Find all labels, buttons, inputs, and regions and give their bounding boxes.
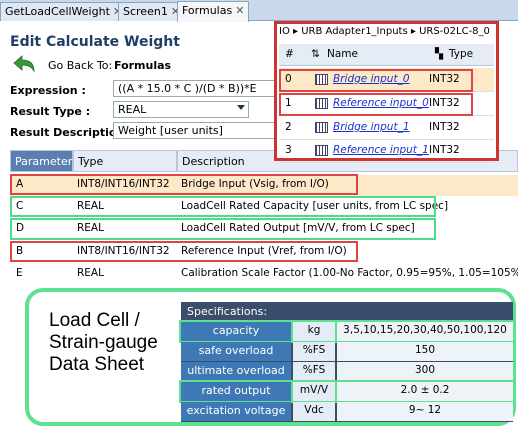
highlight-param-a: [10, 174, 358, 195]
spec-unit: Vdc: [293, 402, 335, 421]
io-num: 3: [285, 144, 292, 156]
datasheet-callout: Load Cell / Strain-gauge Data Sheet Spec…: [25, 288, 516, 426]
io-row[interactable]: 2 Bridge input_1 INT32: [279, 116, 494, 140]
spec-row: safe overload %FS 150: [181, 342, 513, 361]
column-header-num[interactable]: #: [285, 48, 294, 60]
result-type-label: Result Type :: [10, 105, 91, 118]
spec-row: excitation voltage Vdc 9~ 12: [181, 402, 513, 421]
spec-name: ultimate overload: [181, 362, 291, 381]
spec-unit: %FS: [293, 342, 335, 361]
spec-unit: kg: [291, 320, 337, 343]
close-icon[interactable]: ✕: [235, 4, 244, 17]
spec-value: 2.0 ± 0.2: [335, 380, 515, 403]
datasheet-label-line: Data Sheet: [49, 354, 145, 375]
column-header-name[interactable]: Name: [327, 48, 358, 60]
highlight-io-bridge: [279, 69, 473, 92]
breadcrumb-item[interactable]: URB Adapter1_Inputs: [301, 26, 407, 37]
spec-unit: %FS: [293, 362, 335, 381]
result-type-select[interactable]: REAL: [113, 101, 249, 118]
spec-value: 3,5,10,15,20,30,40,50,100,120: [335, 320, 515, 343]
specifications-title: Specifications:: [187, 305, 268, 318]
datasheet-label-line: Strain-gauge: [49, 332, 158, 353]
spec-row: ultimate overload %FS 300: [181, 362, 513, 381]
spec-row: rated output mV/V 2.0 ± 0.2: [179, 380, 515, 403]
io-name-link[interactable]: Reference input_1: [333, 144, 429, 156]
type-column-icon: ▚: [435, 48, 444, 60]
page-title: Edit Calculate Weight: [10, 34, 180, 50]
result-type-value: REAL: [118, 103, 147, 116]
chevron-right-icon: ▸: [293, 26, 302, 37]
tab-label: GetLoadCellWeight: [5, 5, 110, 18]
tab-getloadcellweight[interactable]: GetLoadCellWeight✕: [0, 2, 128, 21]
io-num: 2: [285, 121, 292, 133]
highlight-param-d: [10, 218, 436, 240]
specifications-table: Specifications: capacity kg 3,5,10,15,20…: [179, 302, 515, 422]
expression-input[interactable]: ((A * 15.0 * C )/(D * B))*E: [113, 80, 281, 97]
column-header-type[interactable]: Type: [449, 48, 473, 60]
back-label: Go Back To:: [48, 59, 113, 72]
spec-value: 300: [337, 362, 513, 381]
spec-unit: mV/V: [291, 380, 337, 403]
spec-name: safe overload: [181, 342, 291, 361]
back-target-link[interactable]: Formulas: [114, 59, 171, 72]
io-table-header: # ⇅ Name ▚ Type: [279, 44, 494, 66]
spec-row: capacity kg 3,5,10,15,20,30,40,50,100,12…: [179, 320, 515, 343]
io-channel-icon: [315, 122, 328, 133]
column-header-parameter[interactable]: Parameter: [10, 150, 73, 172]
chevron-right-icon: ▸: [410, 26, 420, 37]
type-cell: REAL: [77, 267, 104, 279]
io-row[interactable]: 3 Reference input_1 INT32: [279, 139, 494, 163]
spec-name: excitation voltage: [181, 402, 291, 421]
highlight-io-reference: [279, 93, 473, 116]
tab-strip: GetLoadCellWeight✕ Screen1✕ Formulas✕: [0, 0, 518, 22]
tab-screen1[interactable]: Screen1 ✕: [118, 2, 186, 21]
spec-value: 150: [337, 342, 513, 361]
spec-name: capacity: [179, 320, 293, 343]
breadcrumb-item[interactable]: IO: [279, 26, 290, 37]
highlight-param-c: [10, 196, 436, 217]
io-browser-panel: IO ▸ URB Adapter1_Inputs ▸ URS-02LC-8_0 …: [274, 21, 499, 163]
io-channel-icon: [315, 145, 328, 156]
datasheet-label-line: Load Cell /: [49, 310, 140, 331]
param-cell: E: [16, 267, 23, 279]
spec-value: 9~ 12: [337, 402, 513, 421]
io-type: INT32: [429, 144, 460, 156]
tab-label: Formulas: [182, 4, 233, 17]
tab-label: Screen1: [123, 5, 168, 18]
breadcrumb: IO ▸ URB Adapter1_Inputs ▸ URS-02LC-8_0: [279, 26, 490, 37]
chevron-down-icon: [237, 105, 245, 110]
datasheet-label: Load Cell / Strain-gauge Data Sheet: [49, 310, 158, 376]
io-name-link[interactable]: Bridge input_1: [333, 121, 410, 133]
tab-formulas[interactable]: Formulas ✕: [177, 1, 250, 22]
expression-label: Expression :: [10, 84, 86, 97]
table-row[interactable]: E REAL Calibration Scale Factor (1.00-No…: [10, 264, 518, 285]
back-arrow-icon[interactable]: [12, 55, 36, 73]
breadcrumb-item[interactable]: URS-02LC-8_0: [419, 26, 490, 37]
column-header-type[interactable]: Type: [73, 150, 177, 172]
io-type: INT32: [429, 121, 460, 133]
highlight-param-b: [10, 241, 358, 262]
result-description-input[interactable]: Weight [user units]: [113, 122, 281, 139]
spec-name: rated output: [179, 380, 293, 403]
name-column-icon: ⇅: [311, 48, 320, 60]
desc-cell: Calibration Scale Factor (1.00-No Factor…: [181, 267, 518, 279]
